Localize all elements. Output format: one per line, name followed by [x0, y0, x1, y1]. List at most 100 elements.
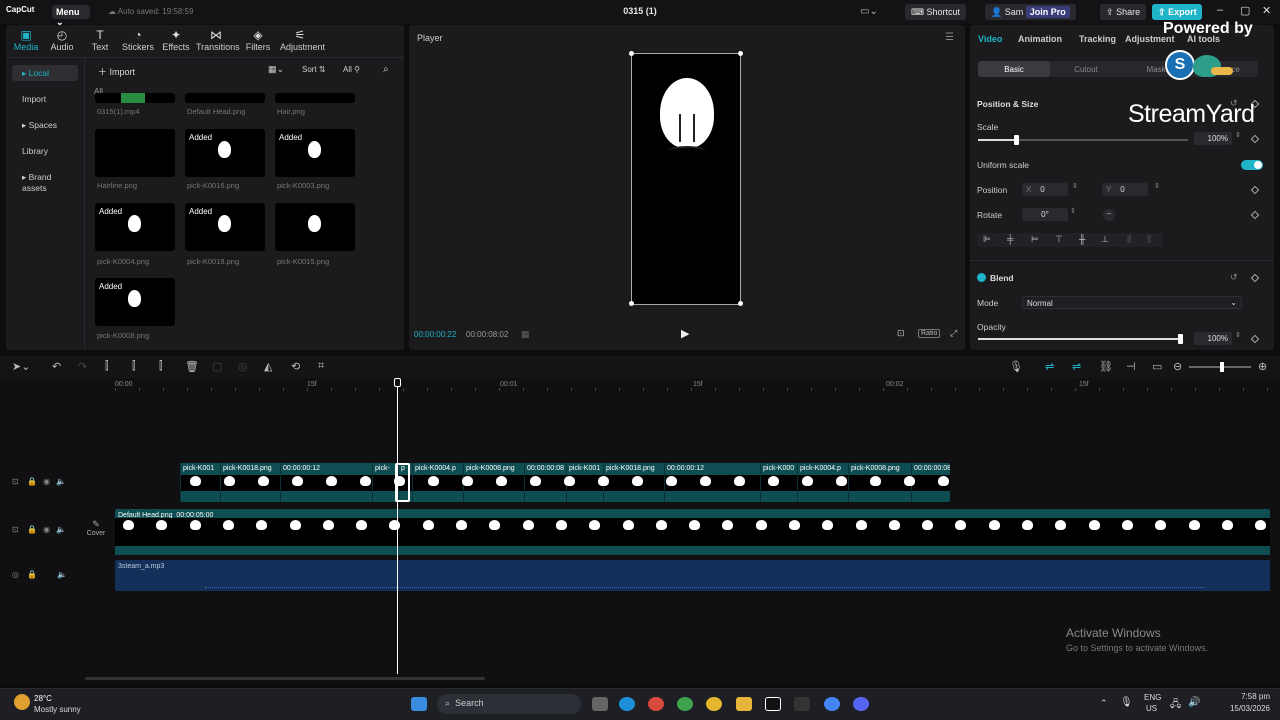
distribute-v-icon[interactable]: ⫼	[1147, 234, 1151, 245]
keyframe-icon[interactable]	[1250, 185, 1260, 195]
sidebar-item-spaces[interactable]: ▸ Spaces	[12, 117, 78, 133]
link-icon[interactable]: ⛓	[1099, 360, 1113, 373]
stepper-icon[interactable]: ⇕	[1235, 131, 1241, 139]
media-thumbnail[interactable]: Added	[185, 203, 265, 251]
filter-button[interactable]: All ⚲	[343, 65, 360, 74]
position-x-input[interactable]: X 0	[1022, 183, 1068, 196]
ratio-button[interactable]: Ratio	[918, 329, 941, 338]
mode-select[interactable]: Normal ⌄	[1022, 296, 1242, 309]
media-thumbnail[interactable]	[185, 93, 265, 103]
timeline-scrollbar[interactable]	[85, 677, 485, 680]
split-left-icon[interactable]: ⫿	[132, 360, 136, 373]
layout-icon[interactable]: ▭⌄	[860, 6, 878, 17]
tool-tab-transitions[interactable]: ⋈ Transitions	[196, 29, 240, 53]
media-thumbnail[interactable]	[275, 93, 355, 103]
start-icon[interactable]	[411, 697, 427, 711]
freeze-icon[interactable]: ▢	[212, 360, 222, 373]
undo-icon[interactable]: ↶	[52, 360, 61, 373]
resize-handle[interactable]	[738, 301, 743, 306]
clock-time[interactable]: 7:58 pm	[1220, 692, 1270, 701]
tool-tab-filters[interactable]: ◈ Filters	[238, 29, 278, 53]
playhead[interactable]	[397, 378, 398, 674]
tool-tab-text[interactable]: T Text	[80, 29, 120, 53]
tool-tab-adjustment[interactable]: ⚟ Adjustment	[280, 29, 325, 53]
video-preview[interactable]	[631, 53, 741, 305]
mute-icon[interactable]: 🔈	[57, 570, 67, 579]
language-indicator[interactable]: ENG	[1144, 693, 1161, 702]
split-right-icon[interactable]: ⫿	[159, 360, 163, 373]
edge-icon[interactable]	[619, 697, 635, 711]
eye-icon[interactable]: ◉	[43, 525, 50, 534]
prop-tab-animation[interactable]: Animation	[1018, 34, 1062, 44]
search-box[interactable]: ⌕ Search	[437, 694, 581, 714]
prop-tab-tracking[interactable]: Tracking	[1079, 34, 1116, 44]
maximize-icon[interactable]: ▢	[1240, 4, 1250, 17]
opacity-value[interactable]: 100%	[1194, 332, 1232, 345]
chrome-profile-icon[interactable]	[677, 697, 693, 711]
rotate-input[interactable]: 0°	[1022, 208, 1068, 221]
tool-tab-audio[interactable]: ◴ Audio	[42, 29, 82, 53]
media-thumbnail[interactable]	[275, 203, 355, 251]
chevron-up-icon[interactable]: ⌃	[1100, 698, 1108, 709]
view-toggle-icon[interactable]: ▦⌄	[268, 64, 284, 75]
redo-icon[interactable]: ↷	[78, 360, 87, 373]
subtab-cutout[interactable]: Cutout	[1050, 61, 1122, 77]
resize-handle[interactable]	[738, 51, 743, 56]
media-thumbnail[interactable]: Added	[95, 203, 175, 251]
share-button[interactable]: ⇪ Share	[1100, 4, 1147, 20]
volume-icon[interactable]: 🔊	[1188, 697, 1200, 708]
tool-tab-stickers[interactable]: ◔ Stickers	[118, 29, 158, 53]
preview-axis-icon[interactable]: ⊣	[1126, 360, 1136, 373]
prop-tab-video[interactable]: Video	[978, 34, 1002, 44]
chrome-icon[interactable]	[648, 697, 664, 711]
uniform-scale-toggle[interactable]	[1241, 160, 1263, 170]
opacity-slider-knob[interactable]	[1178, 334, 1183, 344]
media-app-icon[interactable]	[794, 697, 810, 711]
rotate-dial-icon[interactable]: –	[1103, 209, 1115, 221]
mirror-icon[interactable]: ◭	[264, 360, 272, 373]
play-icon[interactable]: ▶	[681, 327, 689, 340]
keyframe-icon[interactable]	[1250, 210, 1260, 220]
player-menu-icon[interactable]: ☰	[945, 32, 954, 43]
delete-icon[interactable]: 🗑	[185, 360, 199, 373]
cover-button[interactable]: ✎ Cover	[85, 519, 107, 543]
zoom-out-icon[interactable]: ⊖	[1173, 360, 1182, 373]
menu-button[interactable]: Menu ⌄	[52, 5, 90, 27]
scale-slider-knob[interactable]	[1014, 135, 1019, 145]
position-y-input[interactable]: Y 0	[1102, 183, 1148, 196]
import-button[interactable]: ＋ Import	[98, 65, 135, 78]
rotate-icon[interactable]: ⟲	[291, 360, 300, 373]
stepper-icon[interactable]: ⇕	[1235, 331, 1241, 339]
scale-value[interactable]: 100%	[1194, 132, 1232, 145]
export-button[interactable]: ⇧ Export	[1152, 4, 1202, 20]
resize-handle[interactable]	[629, 51, 634, 56]
minimize-icon[interactable]: –	[1217, 4, 1223, 16]
tool-tab-media[interactable]: ▣ Media	[6, 29, 46, 53]
blend-checkbox[interactable]	[977, 273, 986, 282]
lock-icon[interactable]: 🔒	[27, 570, 37, 579]
playhead-handle[interactable]	[394, 378, 401, 387]
reverse-icon[interactable]: ◎	[238, 360, 248, 373]
reset-icon[interactable]: ↺	[1230, 272, 1238, 283]
account-button[interactable]: 👤 Sam Join Pro	[985, 4, 1076, 20]
stepper-icon[interactable]: ⇕	[1154, 182, 1160, 190]
sort-button[interactable]: Sort ⇅	[302, 65, 326, 74]
mute-icon[interactable]: 🔈	[56, 525, 66, 534]
join-pro-button[interactable]: Join Pro	[1025, 6, 1070, 18]
sidebar-item-import[interactable]: Import	[12, 91, 78, 107]
sidebar-item-local[interactable]: ▸ Local	[12, 65, 78, 81]
timecode-icon[interactable]: ▦	[521, 329, 530, 340]
stepper-icon[interactable]: ⇕	[1070, 207, 1076, 215]
search-icon[interactable]: ⌕	[383, 64, 389, 75]
align-left-icon[interactable]: ⊫	[983, 234, 991, 245]
subtab-basic[interactable]: Basic	[978, 61, 1050, 77]
media-thumbnail[interactable]: Added	[95, 278, 175, 326]
zoom-slider-knob[interactable]	[1220, 362, 1224, 372]
eye-icon[interactable]: ◉	[43, 477, 50, 486]
align-center-icon[interactable]: ╪	[1007, 234, 1013, 244]
tool-tab-effects[interactable]: ✦ Effects	[156, 29, 196, 53]
align-bottom-icon[interactable]: ⊥	[1101, 234, 1109, 245]
keyframe-icon[interactable]	[1250, 134, 1260, 144]
media-thumbnail[interactable]	[95, 129, 175, 177]
microphone-icon[interactable]: 🎙	[1009, 360, 1023, 373]
